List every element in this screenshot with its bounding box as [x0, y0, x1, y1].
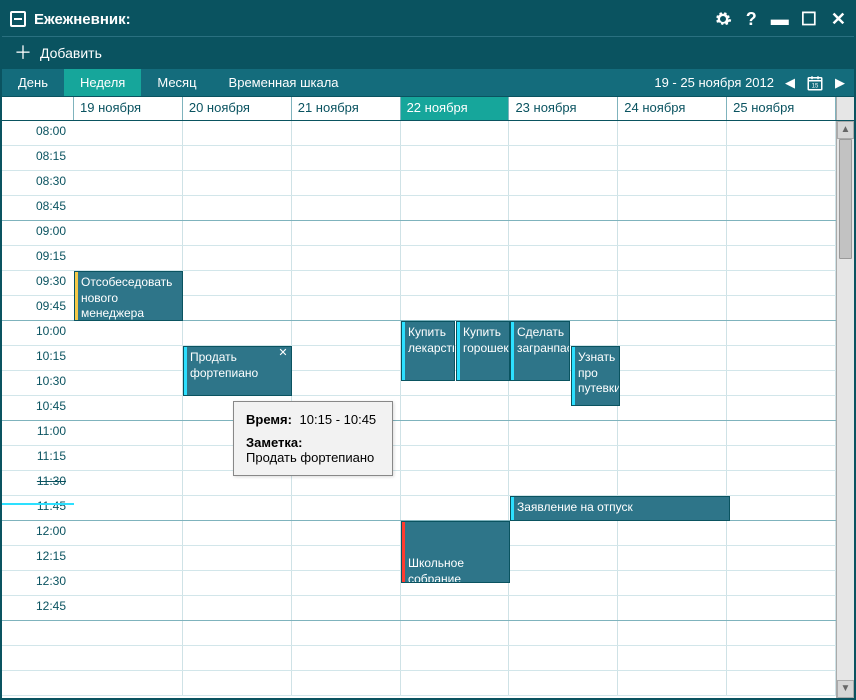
day-header[interactable]: 25 ноября: [727, 97, 836, 120]
close-icon[interactable]: ✕: [277, 348, 289, 360]
event-stripe: [511, 322, 514, 380]
event-text: Купить лекарство: [408, 325, 455, 355]
time-slot: 09:15: [2, 246, 74, 271]
time-slot: 09:00: [2, 221, 74, 246]
time-slot: 10:45: [2, 396, 74, 421]
minimize-button[interactable]: ▬: [771, 9, 787, 30]
calendar-grid: 08:00 08:15 08:30 08:45 09:00 09:15 09:3…: [2, 121, 854, 698]
event-vacation[interactable]: Заявление на отпуск: [510, 496, 730, 521]
window-controls: ? ▬ ☐ ✕: [714, 9, 846, 30]
time-slot: [2, 646, 74, 671]
view-tabs: День Неделя Месяц Временная шкала 19 - 2…: [2, 69, 854, 97]
help-icon[interactable]: ?: [746, 9, 757, 30]
event-tooltip: Время: 10:15 - 10:45 Заметка: Продать фо…: [233, 401, 393, 476]
scroll-up-button[interactable]: ▲: [837, 121, 854, 139]
event-stripe: [572, 347, 575, 405]
day-header-row: 19 ноября 20 ноября 21 ноября 22 ноября …: [2, 97, 854, 121]
time-slot: 11:00: [2, 421, 74, 446]
scroll-thumb[interactable]: [839, 139, 852, 259]
time-slot: 12:00: [2, 521, 74, 546]
time-column-header: [2, 97, 74, 120]
event-peas[interactable]: Купить горошек: [456, 321, 510, 381]
vertical-scrollbar[interactable]: ▲ ▼: [836, 121, 854, 698]
time-slot: 08:45: [2, 196, 74, 221]
tooltip-note-label: Заметка:: [246, 435, 302, 450]
scrollbar-header: [836, 97, 854, 120]
event-school[interactable]: Школьное собрание Не забыть...: [401, 521, 510, 583]
event-stripe: [75, 272, 78, 320]
time-slot: 12:30: [2, 571, 74, 596]
event-passport[interactable]: Сделать загранпаспорт: [510, 321, 570, 381]
tab-timeline[interactable]: Временная шкала: [213, 69, 355, 96]
time-slot: 08:15: [2, 146, 74, 171]
time-slot: 12:15: [2, 546, 74, 571]
day-header-today[interactable]: 22 ноября: [401, 97, 510, 120]
close-button[interactable]: ✕: [831, 9, 846, 30]
event-text: Купить горошек: [463, 325, 509, 355]
time-slot: 08:00: [2, 121, 74, 146]
event-medicine[interactable]: Купить лекарство: [401, 321, 455, 381]
event-text: Сделать загранпаспорт: [517, 325, 570, 355]
window-title: Ежежневник:: [34, 11, 714, 28]
add-label: Добавить: [40, 45, 102, 61]
event-stripe: [511, 497, 514, 520]
event-stripe: [184, 347, 187, 395]
tooltip-time-value: 10:15 - 10:45: [300, 412, 377, 427]
add-button[interactable]: ＋ Добавить: [2, 36, 854, 69]
event-stripe: [402, 522, 405, 582]
time-slot: 11:30: [2, 471, 74, 496]
day-header[interactable]: 24 ноября: [618, 97, 727, 120]
time-slot: 12:45: [2, 596, 74, 621]
day-header[interactable]: 23 ноября: [509, 97, 618, 120]
event-stripe: [457, 322, 460, 380]
time-slot: [2, 621, 74, 646]
scroll-down-button[interactable]: ▼: [837, 680, 854, 698]
event-text: Отсобеседовать нового менеджера: [81, 275, 172, 320]
day-header[interactable]: 20 ноября: [183, 97, 292, 120]
time-slot: 10:00: [2, 321, 74, 346]
event-tours[interactable]: Узнать про путевки: [571, 346, 620, 406]
time-slot: 08:30: [2, 171, 74, 196]
tab-week[interactable]: Неделя: [64, 69, 141, 96]
time-slot: 10:15: [2, 346, 74, 371]
tab-month[interactable]: Месяц: [141, 69, 212, 96]
tooltip-note-value: Продать фортепиано: [246, 450, 374, 465]
event-text: Продать фортепиано: [190, 350, 258, 380]
event-text: Узнать про путевки: [578, 350, 620, 395]
calendar-icon[interactable]: 15: [806, 74, 824, 92]
gear-icon[interactable]: [714, 10, 732, 28]
prev-period-button[interactable]: ◀: [782, 75, 798, 91]
time-slot: [2, 671, 74, 696]
tab-day[interactable]: День: [2, 69, 64, 96]
maximize-button[interactable]: ☐: [801, 9, 817, 30]
current-time-indicator: [2, 503, 74, 505]
next-period-button[interactable]: ▶: [832, 75, 848, 91]
time-slot: 11:15: [2, 446, 74, 471]
svg-text:15: 15: [812, 83, 819, 89]
event-piano[interactable]: Продать фортепиано ✕: [183, 346, 292, 396]
day-header[interactable]: 21 ноября: [292, 97, 401, 120]
time-slot: 10:30: [2, 371, 74, 396]
time-slot: 11:45: [2, 496, 74, 521]
time-gutter: 08:00 08:15 08:30 08:45 09:00 09:15 09:3…: [2, 121, 74, 698]
plus-icon: ＋: [14, 44, 32, 62]
event-interview[interactable]: Отсобеседовать нового менеджера: [74, 271, 183, 321]
scroll-track[interactable]: [837, 139, 854, 680]
window: Ежежневник: ? ▬ ☐ ✕ ＋ Добавить День Неде…: [0, 0, 856, 700]
day-header[interactable]: 19 ноября: [74, 97, 183, 120]
period-controls: 19 - 25 ноября 2012 ◀ 15 ▶: [654, 69, 854, 96]
time-slot: 09:45: [2, 296, 74, 321]
event-text: Заявление на отпуск: [517, 500, 633, 514]
event-stripe: [402, 322, 405, 380]
period-label: 19 - 25 ноября 2012: [654, 75, 774, 90]
titlebar: Ежежневник: ? ▬ ☐ ✕: [2, 2, 854, 36]
time-slot: 09:30: [2, 271, 74, 296]
event-text: Школьное собрание Не забыть...: [408, 556, 476, 583]
tooltip-time-label: Время:: [246, 412, 292, 427]
grid-body[interactable]: Отсобеседовать нового менеджера Продать …: [74, 121, 836, 698]
app-icon: [10, 11, 26, 27]
